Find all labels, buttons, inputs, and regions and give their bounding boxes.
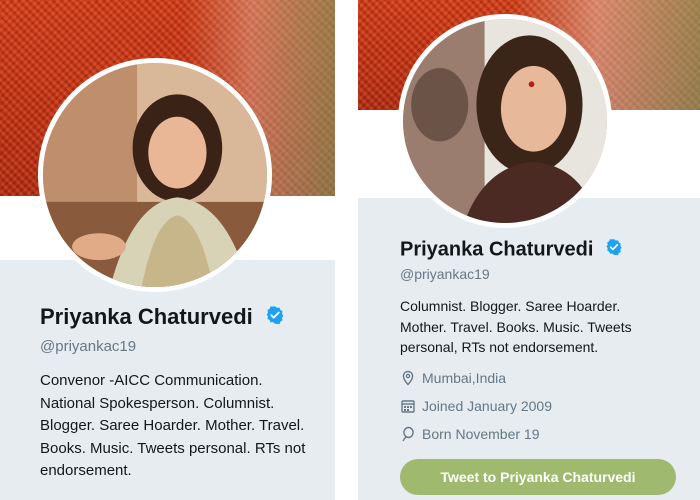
location-text[interactable]: Mumbai,India bbox=[422, 370, 506, 386]
profile-join-date: Joined January 2009 bbox=[400, 398, 552, 414]
tweet-to-button[interactable]: Tweet to Priyanka Chaturvedi bbox=[400, 459, 676, 495]
profile-location: Mumbai,India bbox=[400, 370, 506, 386]
join-date-text: Joined January 2009 bbox=[422, 398, 552, 414]
calendar-icon bbox=[400, 398, 416, 414]
profile-avatar[interactable] bbox=[398, 14, 612, 228]
location-pin-icon bbox=[400, 370, 416, 386]
profile-birthday: Born November 19 bbox=[400, 426, 540, 442]
bio-line: personal, RTs not endorsement. bbox=[400, 339, 599, 355]
profile-name-text: Priyanka Chaturvedi bbox=[400, 238, 594, 261]
bio-line: Books. Music. Tweets personal. RTs not bbox=[40, 439, 306, 457]
profile-avatar[interactable] bbox=[38, 58, 272, 292]
profile-handle[interactable]: @priyankac19 bbox=[40, 338, 136, 355]
balloon-icon bbox=[400, 426, 416, 442]
profile-name[interactable]: Priyanka Chaturvedi bbox=[40, 304, 285, 331]
profile-name[interactable]: Priyanka Chaturvedi bbox=[400, 238, 623, 262]
birthday-text: Born November 19 bbox=[422, 426, 540, 442]
verified-badge-icon bbox=[605, 238, 623, 262]
profile-bio: Convenor -AICC Communication. National S… bbox=[40, 370, 330, 483]
profile-name-text: Priyanka Chaturvedi bbox=[40, 304, 253, 329]
bio-line: Columnist. Blogger. Saree Hoarder. bbox=[400, 298, 621, 314]
bio-line: Mother. Travel. Books. Music. Tweets bbox=[400, 318, 632, 335]
bio-line: National Spokesperson. Columnist. bbox=[40, 394, 275, 412]
profile-bio: Columnist. Blogger. Saree Hoarder. Mothe… bbox=[400, 296, 690, 358]
bio-line: Convenor -AICC Communication. bbox=[40, 372, 263, 389]
verified-badge-icon bbox=[265, 305, 285, 331]
bio-line: Blogger. Saree Hoarder. Mother. Travel. bbox=[40, 417, 305, 434]
profile-handle[interactable]: @priyankac19 bbox=[400, 266, 490, 282]
bio-line: endorsement. bbox=[40, 462, 132, 479]
